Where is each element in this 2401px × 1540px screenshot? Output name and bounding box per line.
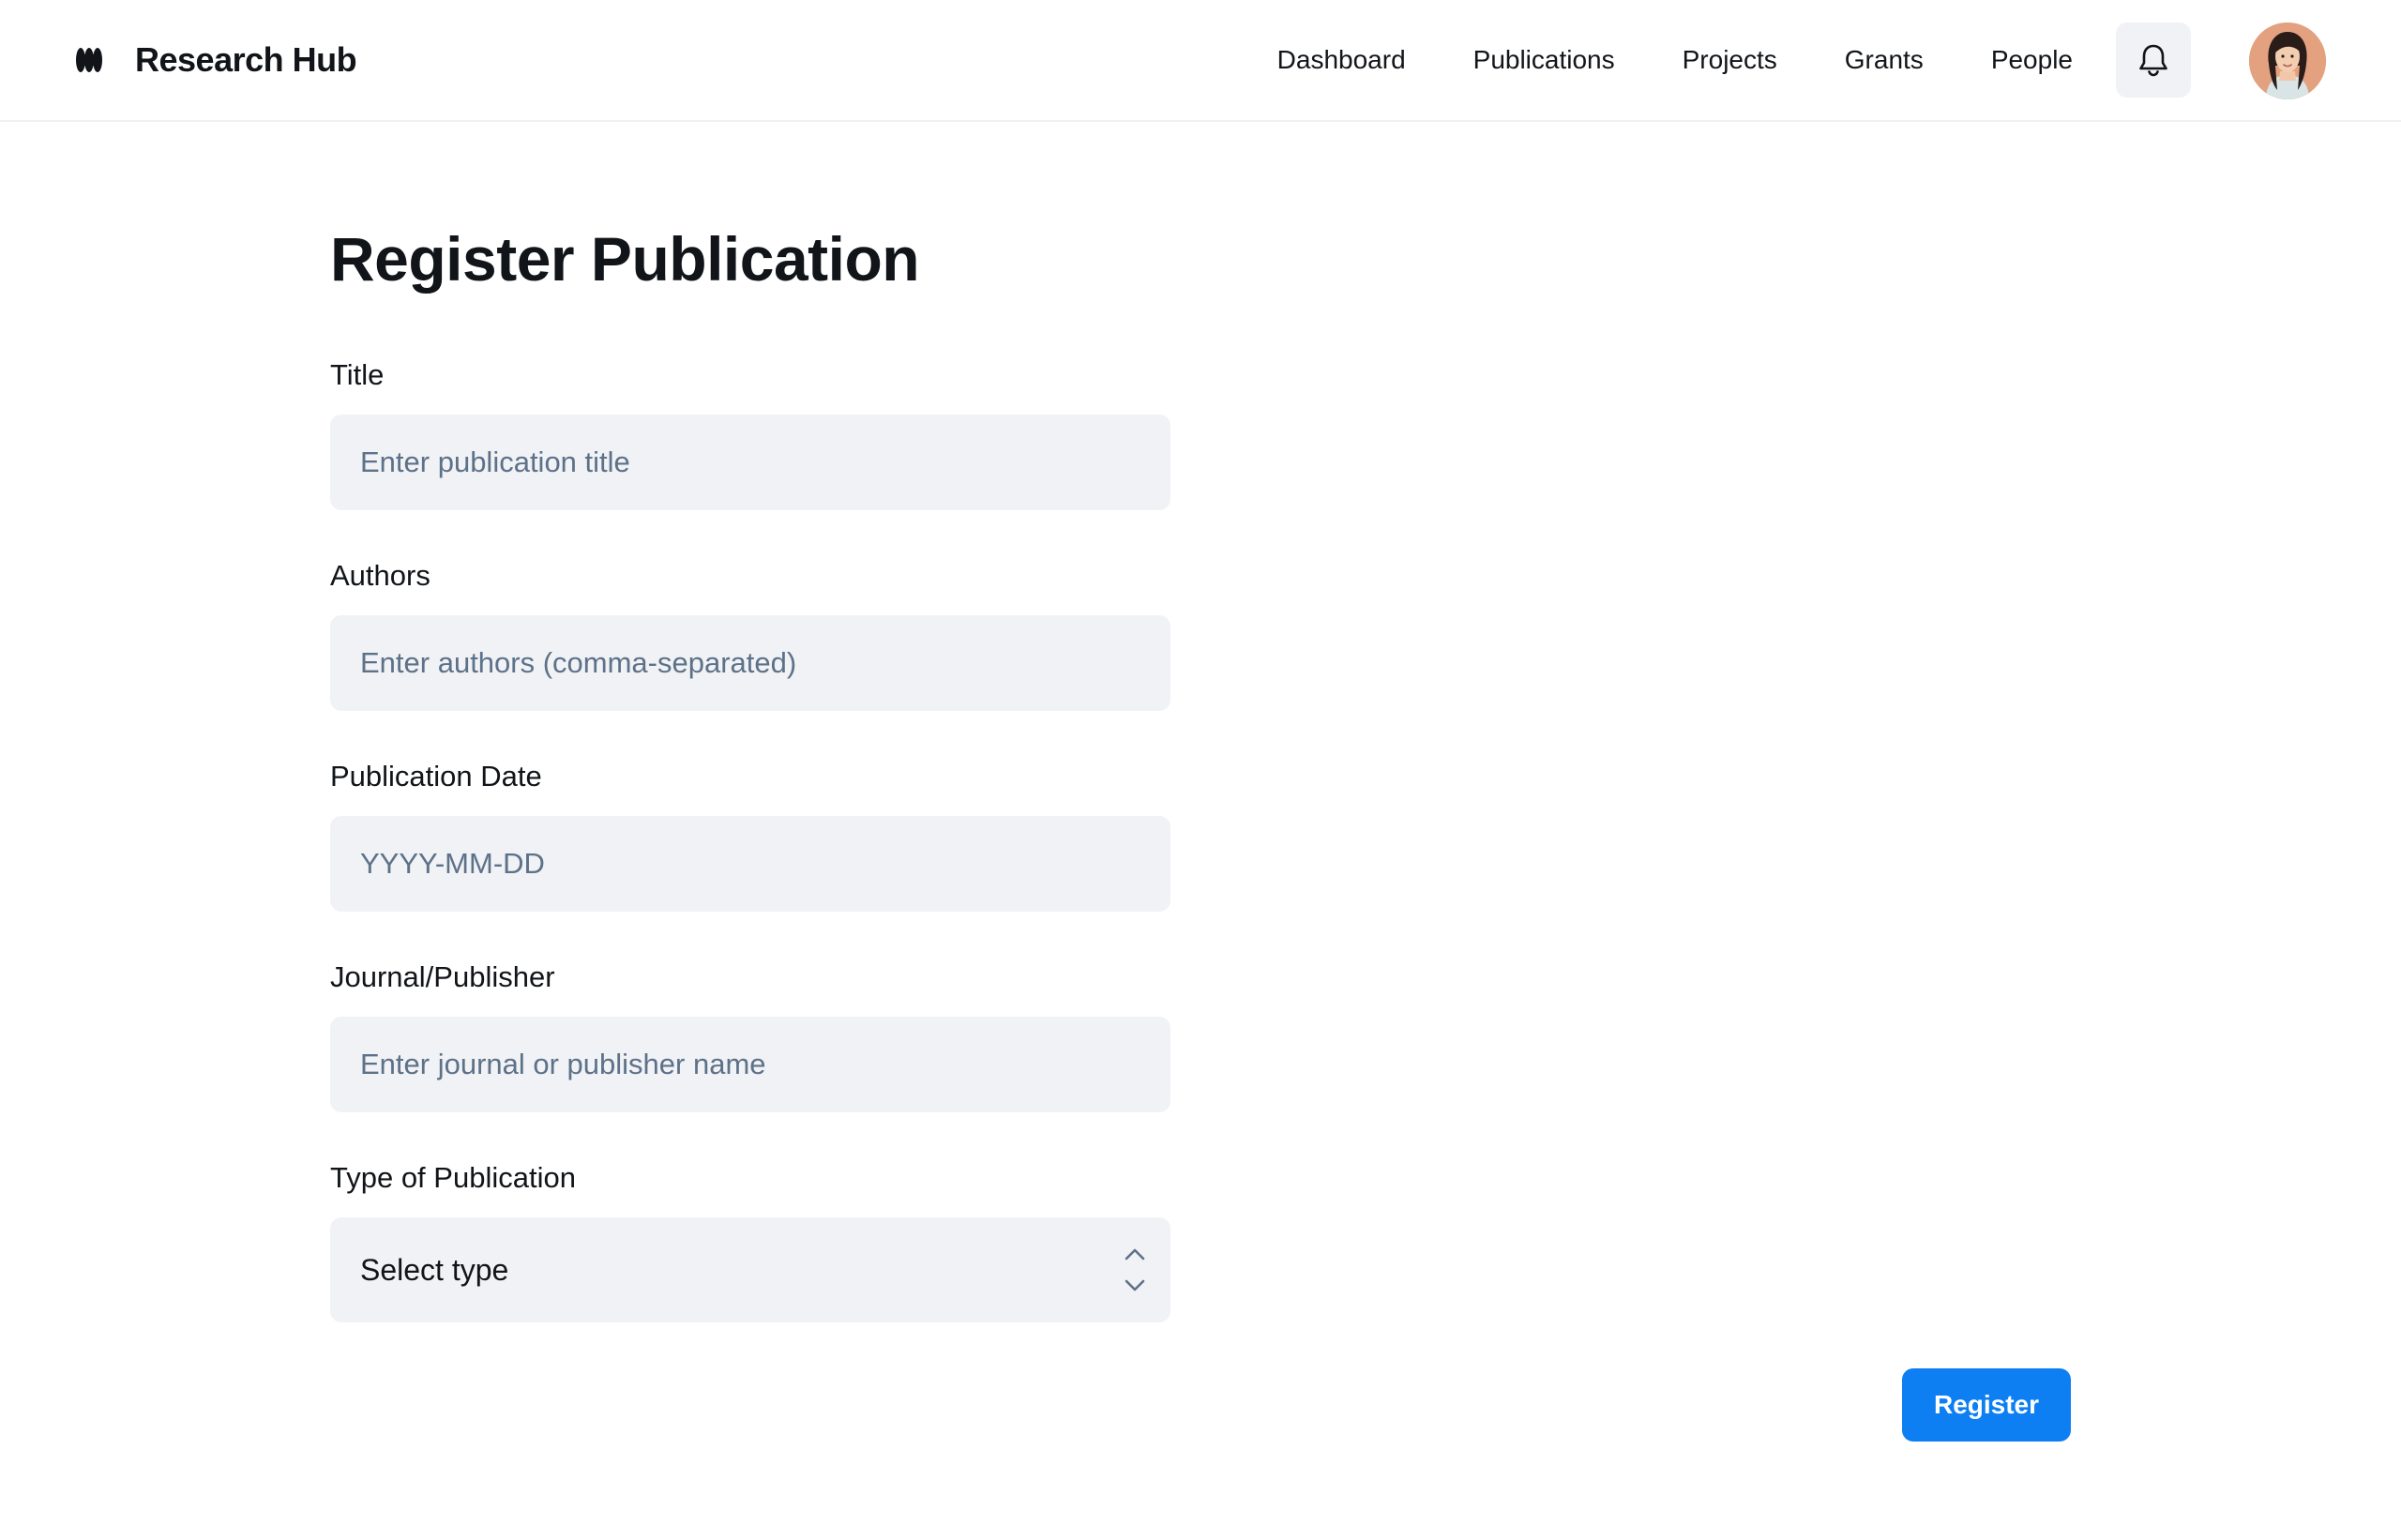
top-navigation-bar: Research Hub Dashboard Publications Proj… <box>0 0 2401 122</box>
register-button[interactable]: Register <box>1902 1368 2071 1442</box>
publication-date-label: Publication Date <box>330 760 542 793</box>
brand-logo-icon <box>76 48 102 72</box>
journal-publisher-label: Journal/Publisher <box>330 960 555 993</box>
authors-label: Authors <box>330 559 430 592</box>
app-name: Research Hub <box>135 40 357 79</box>
user-avatar[interactable] <box>2249 23 2326 99</box>
nav-item-publications[interactable]: Publications <box>1473 45 1615 75</box>
nav-item-dashboard[interactable]: Dashboard <box>1277 45 1406 75</box>
nav-item-grants[interactable]: Grants <box>1845 45 1924 75</box>
bell-icon <box>2139 44 2167 77</box>
page-title: Register Publication <box>330 224 920 294</box>
publication-type-selected-value: Select type <box>360 1253 509 1287</box>
title-input[interactable] <box>330 415 1170 510</box>
chevron-up-down-icon <box>1125 1248 1145 1291</box>
title-label: Title <box>330 358 385 391</box>
nav-item-people[interactable]: People <box>1991 45 2073 75</box>
nav-item-projects[interactable]: Projects <box>1683 45 1777 75</box>
avatar-image <box>2249 23 2326 99</box>
publication-date-input[interactable] <box>330 816 1170 912</box>
publication-type-select[interactable]: Select type <box>330 1217 1170 1322</box>
notifications-button[interactable] <box>2116 23 2191 98</box>
authors-input[interactable] <box>330 615 1170 711</box>
publication-type-label: Type of Publication <box>330 1161 576 1194</box>
brand[interactable]: Research Hub <box>75 34 357 86</box>
main-nav: Dashboard Publications Projects Grants P… <box>1277 34 2073 86</box>
journal-publisher-input[interactable] <box>330 1017 1170 1112</box>
